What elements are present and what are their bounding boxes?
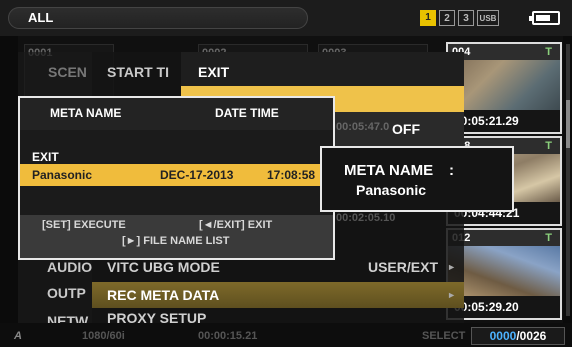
clip-t-mark: T [545, 232, 552, 244]
clip-t-mark: T [545, 140, 552, 152]
thumbnail-screen: ALL 1 2 3 USB 0001 0002 0003 004T 00:05:… [0, 0, 572, 347]
menu-item-label: REC META DATA [107, 287, 220, 303]
meta-name-value: Panasonic [356, 182, 427, 198]
scrollbar-thumb[interactable] [566, 100, 570, 148]
meta-name-colon: : [449, 162, 454, 179]
meta-name-cell: Panasonic [32, 168, 93, 182]
clip-counter: 0000/0026 [471, 327, 565, 345]
chevron-right-icon: ► [447, 290, 456, 300]
slot-3-indicator: 3 [458, 10, 474, 26]
menu-item-label: VITC UBG MODE [107, 259, 220, 275]
counter-current: 0000 [489, 329, 517, 343]
date-cell: DEC-17-2013 [160, 168, 234, 182]
menu-label-audio[interactable]: AUDIO [47, 259, 92, 275]
top-bar: ALL 1 2 3 USB [0, 0, 572, 36]
bg-format: 1080/60i [82, 330, 125, 342]
hint-execute: [SET] EXECUTE [42, 219, 126, 231]
meta-name-label: META NAME [344, 162, 434, 179]
hint-file-name-list: [►] FILE NAME LIST [122, 235, 230, 247]
meta-data-dialog: META NAME DATE TIME EXIT Panasonic DEC-1… [18, 96, 335, 260]
meta-name-popup: META NAME : Panasonic [320, 146, 514, 212]
bg-timecode: 00:05:47.0 [336, 121, 390, 133]
filter-label: ALL [28, 10, 54, 25]
clip-image [448, 60, 560, 110]
time-cell: 17:08:58 [267, 168, 316, 182]
menu-label-scene[interactable]: SCEN [48, 64, 87, 80]
scrollbar-track[interactable] [566, 44, 570, 316]
dialog-footer: [SET] EXECUTE [◄/EXIT] EXIT [►] FILE NAM… [20, 215, 333, 258]
submenu-exit-label[interactable]: EXIT [198, 64, 229, 80]
column-header-meta-name: META NAME [50, 106, 122, 120]
hint-exit: [◄/EXIT] EXIT [199, 219, 273, 231]
chevron-right-icon: ► [447, 262, 456, 272]
clip-timecode: 00:05:29.20 [448, 296, 560, 318]
clip-t-mark: T [545, 46, 552, 58]
clip-timecode: 00:05:21.29 [448, 110, 560, 132]
counter-total: /0026 [516, 329, 547, 343]
menu-item-proxy-setup[interactable]: PROXY SETUP [92, 308, 464, 326]
menu-label-output[interactable]: OUTP [47, 285, 86, 301]
usb-indicator: USB [477, 10, 499, 26]
bg-duration: 00:00:15.21 [198, 330, 258, 342]
submenu-off-value: OFF [392, 121, 420, 137]
column-header-date-time: DATE TIME [215, 106, 279, 120]
clip-image [448, 246, 560, 296]
slot-1-indicator: 1 [420, 10, 436, 26]
bg-timecode: 00:02:05.10 [336, 212, 396, 224]
menu-item-start-time[interactable]: START TI [107, 64, 169, 80]
meta-list-row-selected[interactable]: Panasonic DEC-17-2013 17:08:58 [20, 164, 333, 186]
battery-icon [529, 11, 560, 25]
bg-select: SELECT [422, 330, 466, 342]
menu-item-value: USER/EXT [367, 259, 438, 275]
menu-item-rec-meta-data[interactable]: REC META DATA ► [92, 282, 464, 308]
avc-logo-icon: A [14, 330, 22, 342]
slot-2-indicator: 2 [439, 10, 455, 26]
dialog-exit-item[interactable]: EXIT [32, 150, 59, 164]
